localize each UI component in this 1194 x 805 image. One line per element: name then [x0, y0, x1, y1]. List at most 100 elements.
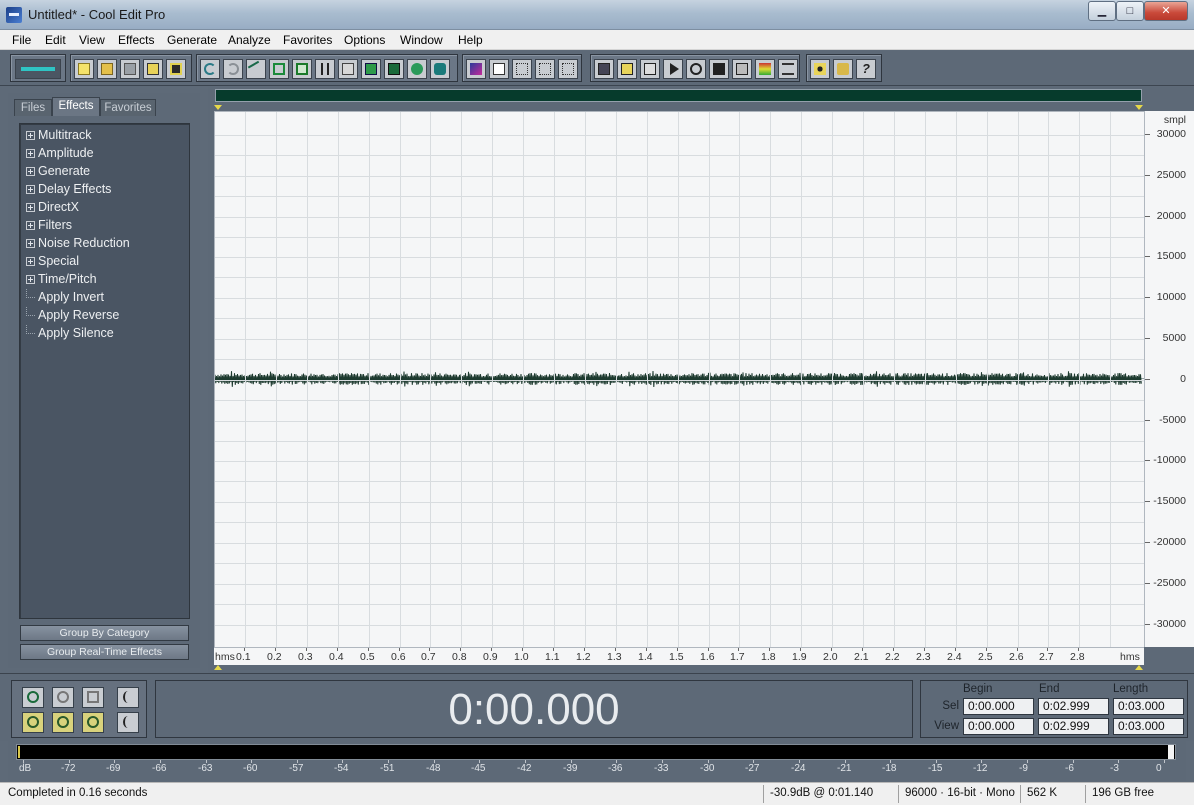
menu-generate[interactable]: Generate: [167, 33, 217, 47]
expand-icon[interactable]: [26, 167, 35, 176]
tree-item-amplitude[interactable]: Amplitude: [26, 144, 94, 162]
expand-icon[interactable]: [26, 149, 35, 158]
copy-new-button[interactable]: [269, 59, 289, 79]
menu-effects[interactable]: Effects: [118, 33, 154, 47]
level-meter-button[interactable]: [755, 59, 775, 79]
open-file-button[interactable]: [97, 59, 117, 79]
tree-item-apply-reverse[interactable]: Apply Reverse: [26, 306, 119, 324]
selection-end-marker[interactable]: [1135, 105, 1143, 110]
expand-icon[interactable]: [26, 257, 35, 266]
horizontal-grid-line: [215, 298, 1144, 299]
scripts-button[interactable]: [810, 59, 830, 79]
tree-item-special[interactable]: Special: [26, 252, 79, 270]
zoom-to-left-button[interactable]: [22, 712, 44, 733]
zoom-full-button[interactable]: [82, 687, 104, 708]
menu-view[interactable]: View: [79, 33, 105, 47]
group-by-category-button[interactable]: Group By Category: [20, 625, 189, 641]
copy-button[interactable]: [292, 59, 312, 79]
help-button[interactable]: ?: [856, 59, 876, 79]
time-window-button[interactable]: [709, 59, 729, 79]
zoom-selection-button[interactable]: [82, 712, 104, 733]
trim-button[interactable]: [407, 59, 427, 79]
channel-left-button[interactable]: [512, 59, 532, 79]
menu-file[interactable]: File: [12, 33, 31, 47]
save-all-button[interactable]: [166, 59, 186, 79]
redo-button[interactable]: [223, 59, 243, 79]
expand-icon[interactable]: [26, 185, 35, 194]
undo-button[interactable]: [200, 59, 220, 79]
zoom-out-vertical-button[interactable]: [117, 712, 139, 733]
sel-length-field[interactable]: 0:03.000: [1113, 698, 1184, 715]
expand-icon[interactable]: [26, 131, 35, 140]
tree-item-generate[interactable]: Generate: [26, 162, 90, 180]
menu-favorites[interactable]: Favorites: [283, 33, 332, 47]
menu-options[interactable]: Options: [344, 33, 385, 47]
tree-item-apply-invert[interactable]: Apply Invert: [26, 288, 104, 306]
cut-button[interactable]: [315, 59, 335, 79]
multitrack-toggle-button[interactable]: [15, 59, 61, 79]
save-as-button[interactable]: [143, 59, 163, 79]
amplitude-ruler[interactable]: smpl 30000 25000 20000 15000 10000 5000 0 -5000…: [1144, 111, 1194, 647]
group-realtime-effects-button[interactable]: Group Real-Time Effects: [20, 644, 189, 660]
cue-list-button[interactable]: [617, 59, 637, 79]
paste-new-button[interactable]: [361, 59, 381, 79]
settings-button[interactable]: [833, 59, 853, 79]
silence-button[interactable]: [430, 59, 450, 79]
zoom-out-horizontal-button[interactable]: [52, 687, 74, 708]
zoom-to-right-button[interactable]: [52, 712, 74, 733]
zoom-in-vertical-button[interactable]: [117, 687, 139, 708]
check-button[interactable]: [489, 59, 509, 79]
menu-edit[interactable]: Edit: [45, 33, 66, 47]
tree-item-time-pitch[interactable]: Time/Pitch: [26, 270, 97, 288]
tab-favorites[interactable]: Favorites: [100, 99, 156, 116]
app-icon[interactable]: [6, 7, 22, 23]
spectral-view-button[interactable]: [466, 59, 486, 79]
time-ruler[interactable]: hms hms 0.1 0.2 0.3 0.4 0.5 0.6 0.7 0.8 0.9 1.0 1.…: [214, 647, 1144, 665]
tree-item-delay-effects[interactable]: Delay Effects: [26, 180, 111, 198]
level-clip-indicator[interactable]: [1168, 745, 1174, 759]
tree-item-multitrack[interactable]: Multitrack: [26, 126, 91, 144]
channel-both-button[interactable]: [558, 59, 578, 79]
view-start-marker[interactable]: [214, 665, 222, 670]
view-length-field[interactable]: 0:03.000: [1113, 718, 1184, 735]
tree-item-noise-reduction[interactable]: Noise Reduction: [26, 234, 130, 252]
expand-icon[interactable]: [26, 221, 35, 230]
tab-files[interactable]: Files: [14, 99, 52, 116]
minimize-button[interactable]: ▁: [1088, 1, 1116, 21]
view-begin-field[interactable]: 0:00.000: [963, 718, 1034, 735]
x-tick-label: 0.9: [483, 651, 498, 663]
tree-item-filters[interactable]: Filters: [26, 216, 72, 234]
sel-end-field[interactable]: 0:02.999: [1038, 698, 1109, 715]
view-end-field[interactable]: 0:02.999: [1038, 718, 1109, 735]
waveform-overview-bar[interactable]: [215, 89, 1142, 102]
expand-icon[interactable]: [26, 275, 35, 284]
menu-help[interactable]: Help: [458, 33, 483, 47]
channel-right-button[interactable]: [535, 59, 555, 79]
level-meter[interactable]: dB -72 -69 -66 -63 -60 -57 -54 -51 -48 -45 -42 -39 -3…: [8, 741, 1186, 781]
waveform-display[interactable]: [214, 111, 1144, 647]
zoom-in-horizontal-button[interactable]: [22, 687, 44, 708]
expand-icon[interactable]: [26, 239, 35, 248]
expand-icon[interactable]: [26, 203, 35, 212]
save-button[interactable]: [120, 59, 140, 79]
tree-item-apply-silence[interactable]: Apply Silence: [26, 324, 114, 342]
selection-window-button[interactable]: [732, 59, 752, 79]
playlist-button[interactable]: [640, 59, 660, 79]
new-file-button[interactable]: [74, 59, 94, 79]
selection-start-marker[interactable]: [214, 105, 222, 110]
menu-window[interactable]: Window: [400, 33, 443, 47]
sel-begin-field[interactable]: 0:00.000: [963, 698, 1034, 715]
view-end-marker[interactable]: [1135, 665, 1143, 670]
maximize-button[interactable]: □: [1116, 1, 1144, 21]
transport-button[interactable]: [663, 59, 683, 79]
repeat-button[interactable]: [246, 59, 266, 79]
waveform-window-button[interactable]: [594, 59, 614, 79]
status-window-button[interactable]: [778, 59, 798, 79]
zoom-window-button[interactable]: [686, 59, 706, 79]
paste-button[interactable]: [338, 59, 358, 79]
tree-item-directx[interactable]: DirectX: [26, 198, 79, 216]
mix-paste-button[interactable]: [384, 59, 404, 79]
close-button[interactable]: ✕: [1144, 1, 1188, 21]
menu-analyze[interactable]: Analyze: [228, 33, 271, 47]
tab-effects[interactable]: Effects: [52, 97, 100, 116]
